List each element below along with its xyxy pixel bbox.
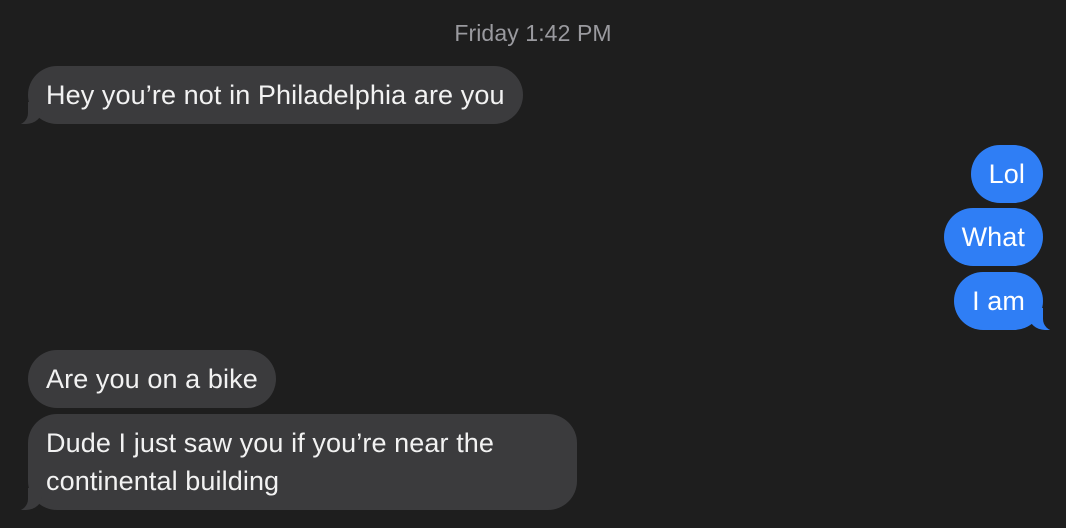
message-text: Hey you’re not in Philadelphia are you — [46, 80, 505, 110]
message-text: I am — [972, 286, 1025, 316]
outgoing-message-bubble[interactable]: Lol — [970, 145, 1043, 203]
incoming-message-bubble[interactable]: Are you on a bike — [28, 350, 276, 408]
message-text: Are you on a bike — [46, 364, 258, 394]
outgoing-message-bubble[interactable]: What — [943, 208, 1043, 266]
message-text: Dude I just saw you if you’re near the c… — [46, 428, 495, 496]
message-text: What — [961, 222, 1025, 252]
message-text: Lol — [988, 159, 1025, 189]
outgoing-message-bubble[interactable]: I am — [954, 272, 1063, 331]
message-timestamp: Friday 1:42 PM — [454, 20, 612, 46]
message-thread: Friday 1:42 PM Hey you’re not in Philade… — [0, 0, 1066, 528]
incoming-message-bubble[interactable]: Dude I just saw you if you’re near the c… — [8, 414, 577, 511]
incoming-message-bubble[interactable]: Hey you’re not in Philadelphia are you — [8, 66, 523, 125]
